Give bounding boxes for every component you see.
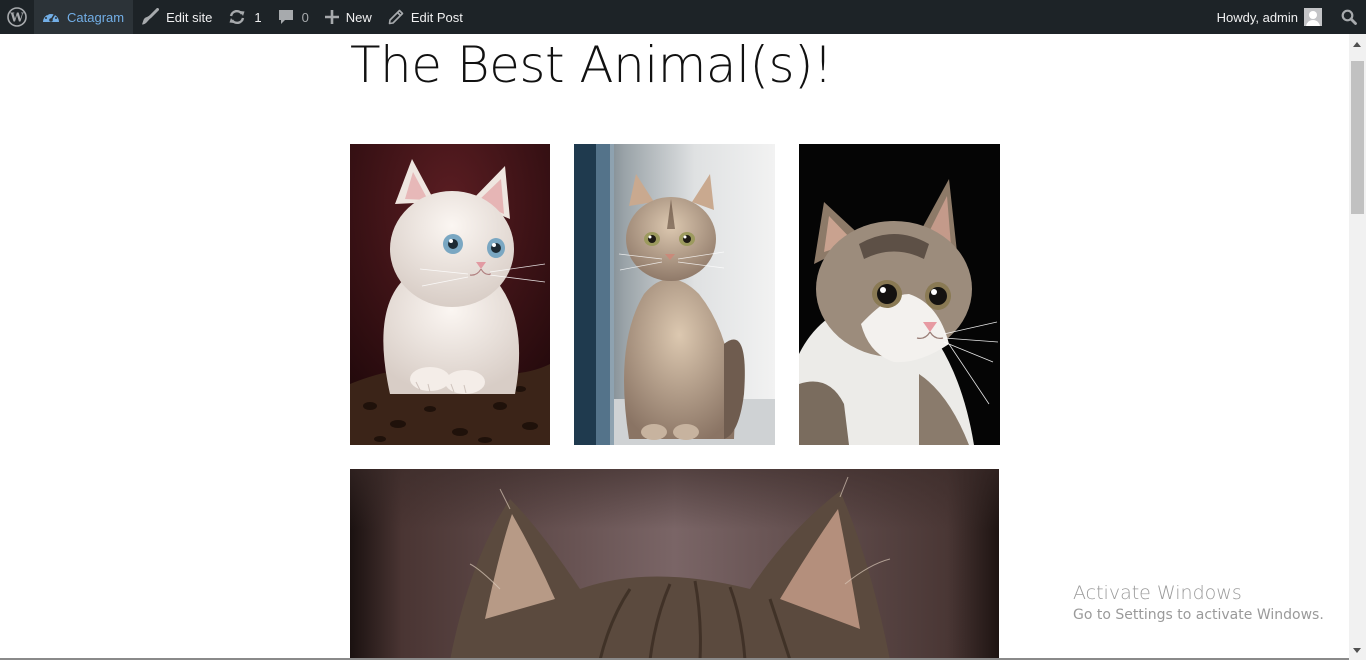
- svg-text:W: W: [9, 11, 24, 25]
- updates-count: 1: [254, 9, 262, 25]
- plus-icon: [324, 10, 339, 24]
- new-label: New: [345, 9, 372, 25]
- scrollbar-thumb[interactable]: [1351, 61, 1364, 214]
- comments-count: 0: [301, 9, 309, 25]
- updates-link[interactable]: 1: [220, 0, 269, 34]
- edit-site-link[interactable]: Edit site: [133, 0, 220, 34]
- greeting: Howdy, admin: [1216, 9, 1298, 25]
- edit-post-link[interactable]: Edit Post: [380, 0, 471, 34]
- search-icon[interactable]: [1332, 0, 1366, 34]
- gallery-image-4[interactable]: [350, 469, 999, 660]
- site-name-link[interactable]: Catagram: [34, 0, 134, 34]
- admin-bar: W Catagram Edit site 1 0 New Edit Post H…: [0, 0, 1366, 34]
- my-account-link[interactable]: Howdy, admin: [1209, 0, 1326, 34]
- scroll-down-arrow-icon[interactable]: [1353, 648, 1361, 653]
- gallery-image-2[interactable]: [574, 144, 775, 445]
- dashboard-icon: [42, 9, 60, 25]
- edit-post-label: Edit Post: [410, 9, 463, 25]
- scroll-up-arrow-icon[interactable]: [1353, 42, 1361, 47]
- watermark-subtitle: Go to Settings to activate Windows.: [1073, 607, 1324, 623]
- activate-windows-watermark: Activate Windows Go to Settings to activ…: [1073, 582, 1324, 623]
- wordpress-logo-icon[interactable]: W: [0, 0, 34, 34]
- pencil-icon: [388, 9, 404, 25]
- vertical-scrollbar[interactable]: [1349, 34, 1366, 660]
- watermark-title: Activate Windows: [1073, 582, 1242, 604]
- site-name-label: Catagram: [67, 9, 125, 25]
- gallery-image-1[interactable]: [350, 144, 550, 445]
- new-content-link[interactable]: New: [317, 0, 380, 34]
- brush-icon: [141, 8, 160, 26]
- gallery-image-3[interactable]: [799, 144, 1000, 445]
- comment-icon: [278, 9, 294, 25]
- avatar: [1304, 8, 1322, 26]
- comments-link[interactable]: 0: [270, 0, 317, 34]
- updates-icon: [228, 9, 246, 25]
- page-title: The Best Animal(s)!: [350, 36, 833, 94]
- edit-site-label: Edit site: [166, 9, 213, 25]
